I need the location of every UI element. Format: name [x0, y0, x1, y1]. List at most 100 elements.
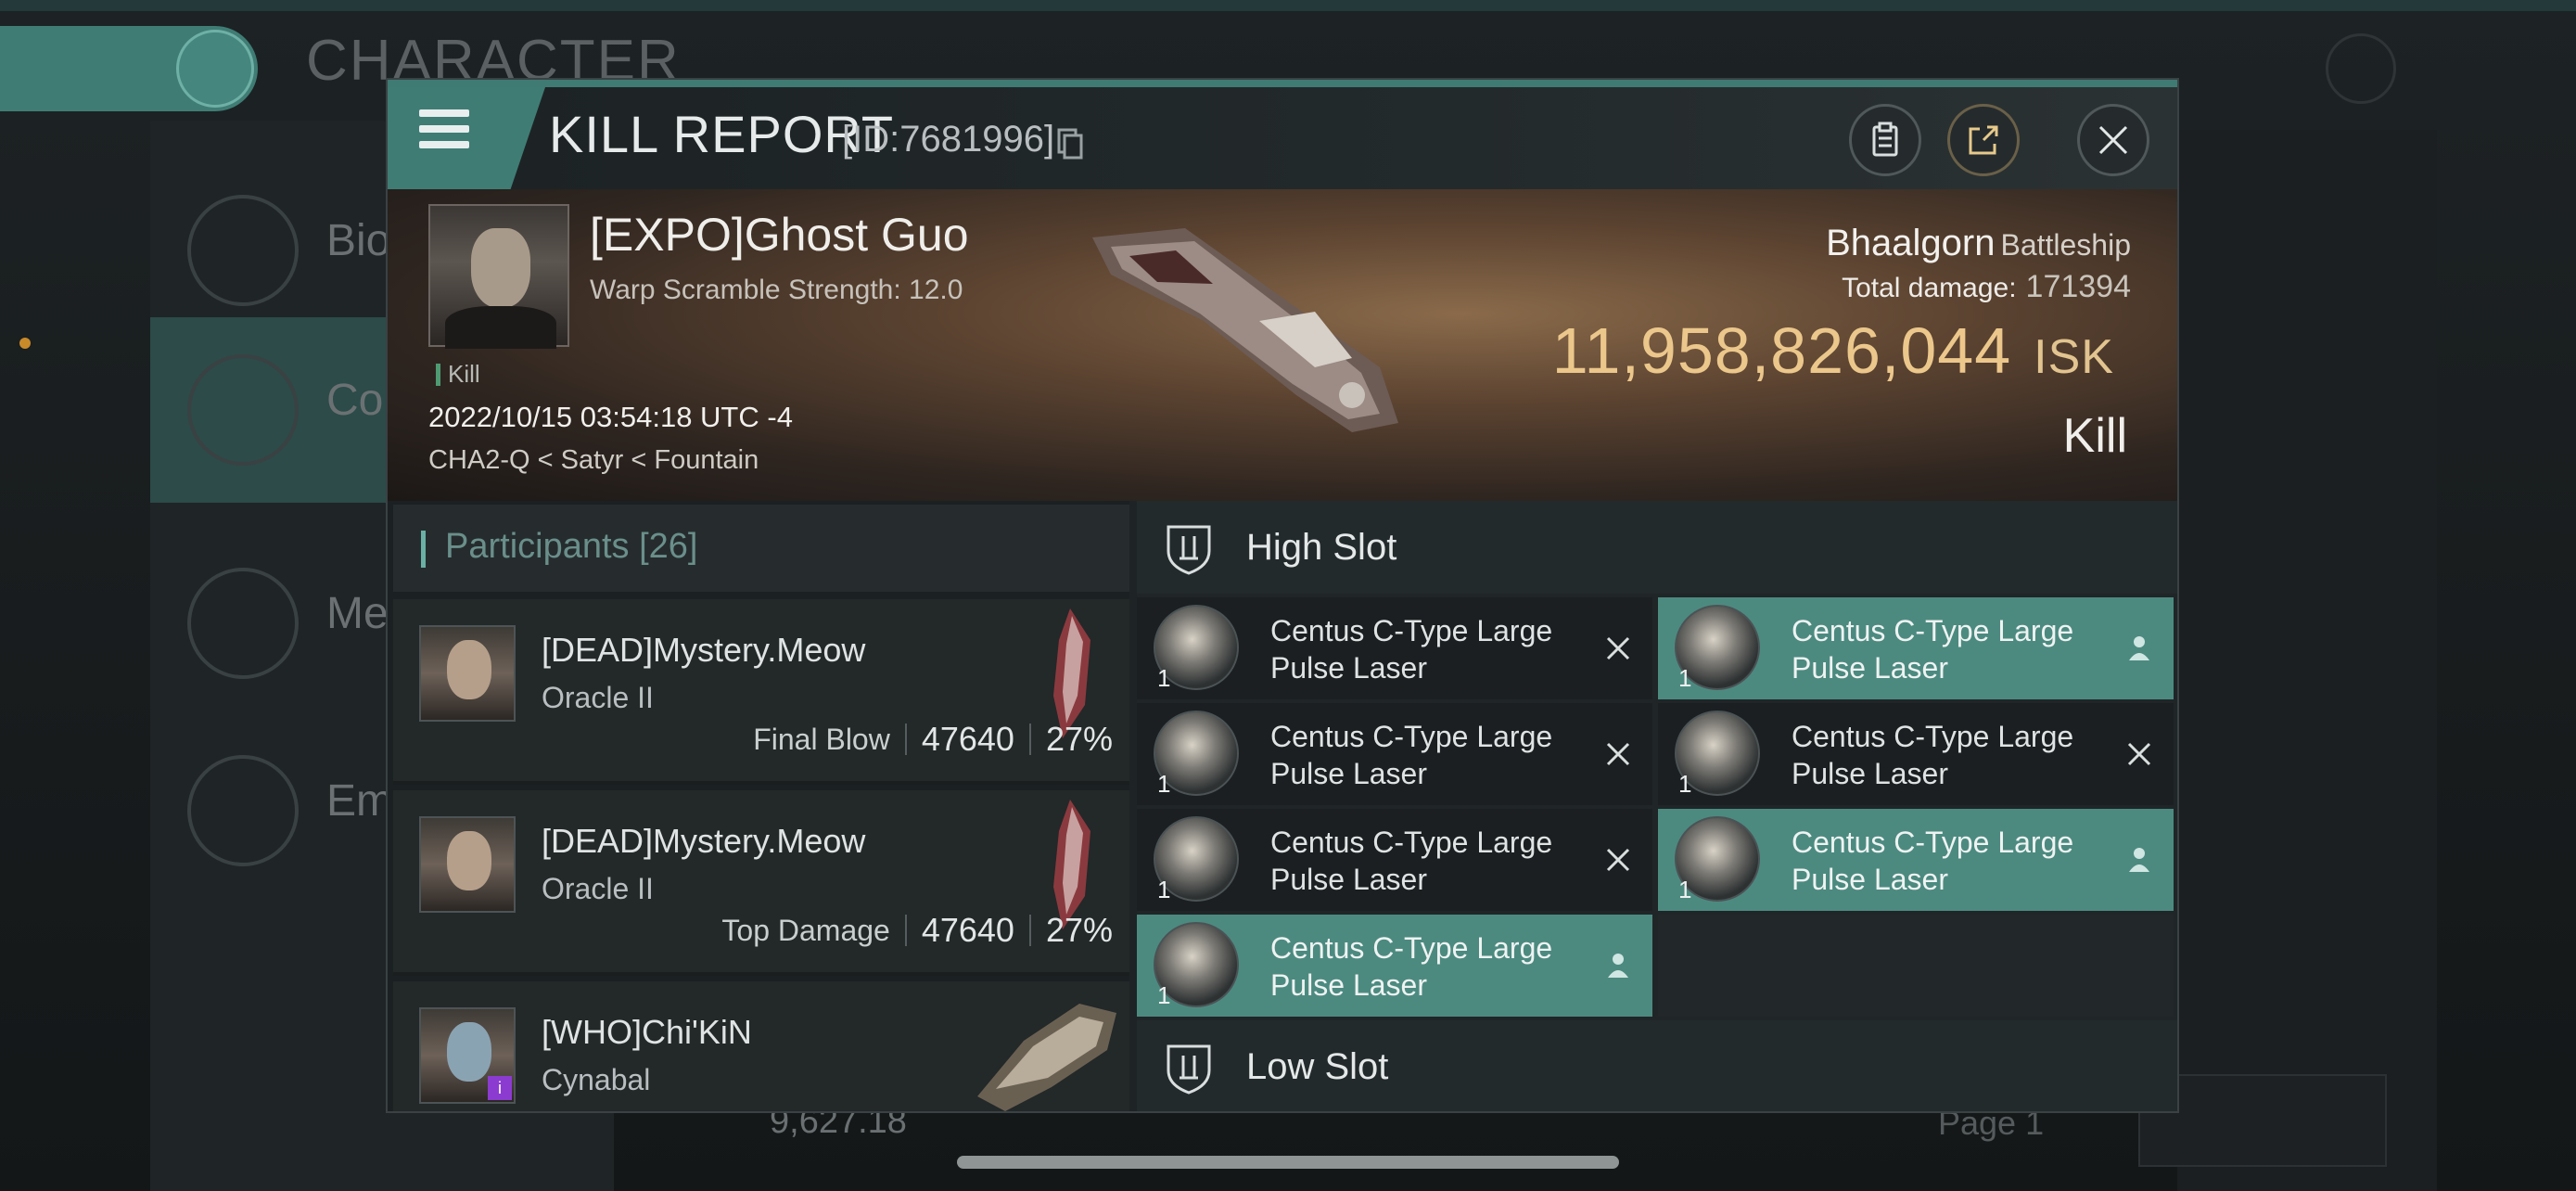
participants-title: Participants: [445, 527, 630, 566]
destroyed-x-icon: [1606, 636, 1630, 660]
sidebar-item-label: Me: [326, 589, 389, 638]
participant-row[interactable]: [DEAD]Mystery.Meow Oracle II Final Blow 4…: [393, 599, 1129, 785]
module-quantity: 1: [1678, 876, 1692, 903]
module-slot[interactable]: 1 Centus C-Type Large Pulse Laser: [1137, 597, 1652, 699]
kill-report-dialog: KILL REPORT [ID:7681996] [EXPO]Ghost Guo…: [386, 78, 2179, 1113]
kill-id: [ID:7681996]: [842, 119, 1055, 160]
participants-panel: Participants [26] [DEAD]Mystery.Meow Ora…: [388, 501, 1129, 1113]
module-name: Centus C-Type Large Pulse Laser: [1792, 720, 2074, 790]
dialog-header: KILL REPORT [ID:7681996]: [388, 80, 2177, 189]
kill-tag: Kill: [436, 360, 480, 389]
module-quantity: 1: [1678, 770, 1692, 798]
participant-row[interactable]: [DEAD]Mystery.Meow Oracle II Top Damage 4…: [393, 790, 1129, 976]
participant-ship: Oracle II: [542, 872, 654, 905]
participant-ship: Cynabal: [542, 1063, 651, 1096]
victim-portrait[interactable]: [428, 204, 569, 349]
fitting-panel: High Slot 1 Centus C-Type Large Pulse Las…: [1137, 501, 2177, 1111]
main-menu-button[interactable]: [0, 26, 258, 111]
module-slot[interactable]: 1 Centus C-Type Large Pulse Laser: [1137, 809, 1652, 911]
participant-role: Final Blow: [753, 722, 890, 756]
participant-stats: Top Damage 47640 27%: [721, 911, 1113, 950]
module-name: Centus C-Type Large Pulse Laser: [1270, 931, 1553, 1002]
module-quantity: 1: [1157, 876, 1171, 903]
dialog-close-button[interactable]: [2077, 104, 2149, 176]
menu-icon: [176, 30, 254, 108]
low-slot-title: Low Slot: [1246, 1046, 1389, 1087]
dialog-menu-button[interactable]: [388, 87, 545, 189]
low-slot-icon: [1167, 1044, 1211, 1095]
top-status-bar: [0, 0, 2576, 11]
empty-slot: [1658, 915, 2174, 1017]
menu-icon: [419, 109, 469, 157]
participant-damage: 47640: [921, 911, 1014, 949]
participant-damage: 47640: [921, 720, 1014, 758]
ship-name-text: Bhaalgorn: [1826, 223, 1996, 263]
crossed-swords-icon: [187, 354, 299, 466]
module-quantity: 1: [1678, 664, 1692, 692]
dropped-person-icon: [2129, 848, 2149, 872]
home-indicator: [957, 1156, 1619, 1169]
victim-banner: [EXPO]Ghost Guo Warp Scramble Strength: …: [388, 189, 2177, 501]
clipboard-button[interactable]: [1849, 104, 1921, 176]
background-right-panel: [2177, 130, 2437, 1191]
share-icon: [1969, 125, 1998, 155]
victim-name[interactable]: [EXPO]Ghost Guo: [590, 208, 969, 262]
participant-ship-image[interactable]: [968, 985, 1126, 1113]
participant-row[interactable]: i [WHO]Chi'KiN Cynabal: [393, 981, 1129, 1113]
star-laurel-icon: [187, 755, 299, 866]
module-slot[interactable]: 1 Centus C-Type Large Pulse Laser: [1137, 915, 1652, 1017]
participant-name: [DEAD]Mystery.Meow: [542, 822, 866, 860]
module-name: Centus C-Type Large Pulse Laser: [1270, 720, 1553, 790]
victim-ship-image[interactable]: [1074, 210, 1426, 451]
participant-name: [DEAD]Mystery.Meow: [542, 631, 866, 669]
participant-percent: 27%: [1045, 911, 1113, 949]
sidebar-item-label: Co: [326, 376, 384, 425]
ship-class: Battleship: [2000, 228, 2131, 262]
sidebar-item-label: Bio: [326, 216, 391, 265]
participant-percent: 27%: [1045, 720, 1113, 758]
participant-avatar[interactable]: [419, 625, 516, 722]
participant-avatar[interactable]: [419, 816, 516, 913]
module-slot[interactable]: 1 Centus C-Type Large Pulse Laser: [1658, 703, 2174, 805]
module-slot[interactable]: 1 Centus C-Type Large Pulse Laser: [1137, 703, 1652, 805]
kill-date: 2022/10/15 03:54:18 UTC -4: [428, 401, 793, 433]
low-slot-header: Low Slot: [1137, 1020, 2177, 1111]
close-icon: [2098, 125, 2128, 155]
result-label: Kill: [2062, 409, 2127, 463]
dropped-person-icon: [1608, 954, 1628, 978]
module-name: Centus C-Type Large Pulse Laser: [1270, 826, 1553, 896]
high-slot-header: High Slot: [1137, 501, 2177, 594]
destroyed-x-icon: [2127, 742, 2151, 766]
clipboard-icon: [1872, 122, 1898, 157]
participant-stats: Final Blow 47640 27%: [753, 720, 1113, 759]
participant-avatar[interactable]: i: [419, 1007, 516, 1104]
high-slot-title: High Slot: [1246, 527, 1397, 568]
participant-role: Top Damage: [721, 913, 890, 947]
copy-icon[interactable]: [1057, 128, 1083, 160]
module-quantity: 1: [1157, 981, 1171, 1009]
module-name: Centus C-Type Large Pulse Laser: [1792, 614, 2074, 685]
module-name: Centus C-Type Large Pulse Laser: [1792, 826, 2074, 896]
list-icon: [187, 195, 299, 306]
isk-unit: ISK: [2034, 330, 2114, 384]
total-damage-label: Total damage:: [1842, 273, 2017, 303]
module-quantity: 1: [1157, 664, 1171, 692]
destroyed-x-icon: [1606, 742, 1630, 766]
warp-scramble-text: Warp Scramble Strength: 12.0: [590, 275, 963, 305]
isk-amount: 11,958,826,044: [1551, 314, 2012, 387]
victim-ship-name[interactable]: Bhaalgorn Battleship: [1826, 223, 2131, 264]
participant-ship: Oracle II: [542, 681, 654, 714]
destroyed-x-icon: [1606, 848, 1630, 872]
module-quantity: 1: [1157, 770, 1171, 798]
module-slot[interactable]: 1 Centus C-Type Large Pulse Laser: [1658, 809, 2174, 911]
participants-header: Participants [26]: [393, 505, 1129, 592]
high-slot-icon: [1167, 525, 1211, 575]
sidebar-item-label: Em: [326, 776, 393, 826]
info-badge-icon: i: [488, 1076, 512, 1100]
dropped-person-icon: [2129, 636, 2149, 660]
module-slot[interactable]: 1 Centus C-Type Large Pulse Laser: [1658, 597, 2174, 699]
total-damage-value: 171394: [2025, 269, 2131, 304]
screen-close-button[interactable]: [2326, 33, 2396, 104]
share-button[interactable]: [1947, 104, 2020, 176]
kill-location[interactable]: CHA2-Q < Satyr < Fountain: [428, 445, 759, 476]
